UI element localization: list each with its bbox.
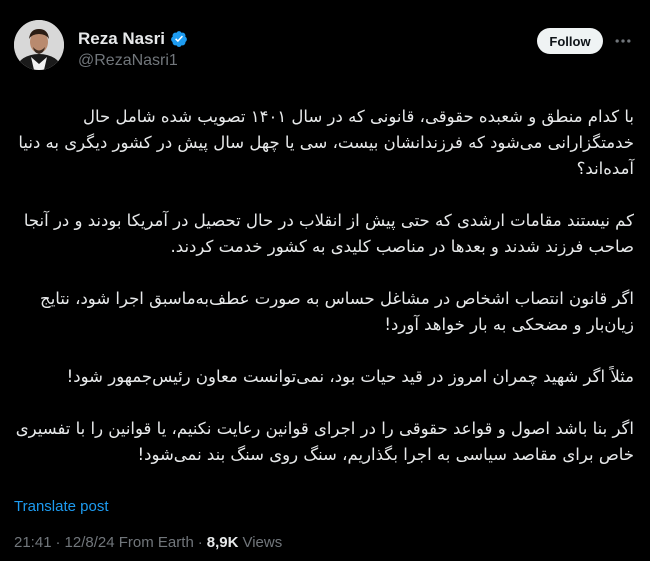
tweet-text: با کدام منطق و شعبده حقوقی، قانونی که در… — [14, 104, 634, 468]
tweet-date[interactable]: 12/8/24 — [65, 534, 115, 551]
tweet-time[interactable]: 21:41 — [14, 534, 52, 551]
tweet-card: Reza Nasri @RezaNasri1 Follow با کدام من… — [0, 0, 650, 561]
more-horizontal-icon[interactable] — [612, 30, 634, 52]
author-handle[interactable]: @RezaNasri1 — [78, 52, 188, 70]
display-name-row: Reza Nasri — [78, 28, 188, 50]
tweet-paragraph: کم نیستند مقامات ارشدی که حتی پیش از انق… — [23, 211, 634, 256]
verified-badge-icon — [170, 30, 188, 48]
author-block: Reza Nasri @RezaNasri1 — [78, 28, 188, 70]
tweet-paragraph: با کدام منطق و شعبده حقوقی، قانونی که در… — [18, 107, 634, 178]
views-label: Views — [242, 534, 283, 551]
follow-button[interactable]: Follow — [537, 28, 603, 54]
tweet-paragraph: مثلاً اگر شهید چمران امروز در قید حیات ب… — [66, 367, 634, 386]
tweet-paragraph: اگر قانون انتصاب اشخاص در مشاغل حساس به … — [40, 289, 634, 334]
avatar[interactable] — [14, 20, 64, 70]
meta-separator: · — [55, 534, 61, 551]
tweet-meta: 21:41 · 12/8/24 From Earth · 8,9K Views — [14, 534, 282, 551]
meta-separator: · — [197, 534, 203, 551]
tweet-paragraph: اگر بنا باشد اصول و قواعد حقوقی را در اج… — [15, 419, 634, 464]
display-name[interactable]: Reza Nasri — [78, 29, 165, 49]
tweet-source: From Earth — [118, 534, 194, 551]
views-count: 8,9K — [206, 534, 239, 551]
translate-post-link[interactable]: Translate post — [14, 498, 109, 515]
